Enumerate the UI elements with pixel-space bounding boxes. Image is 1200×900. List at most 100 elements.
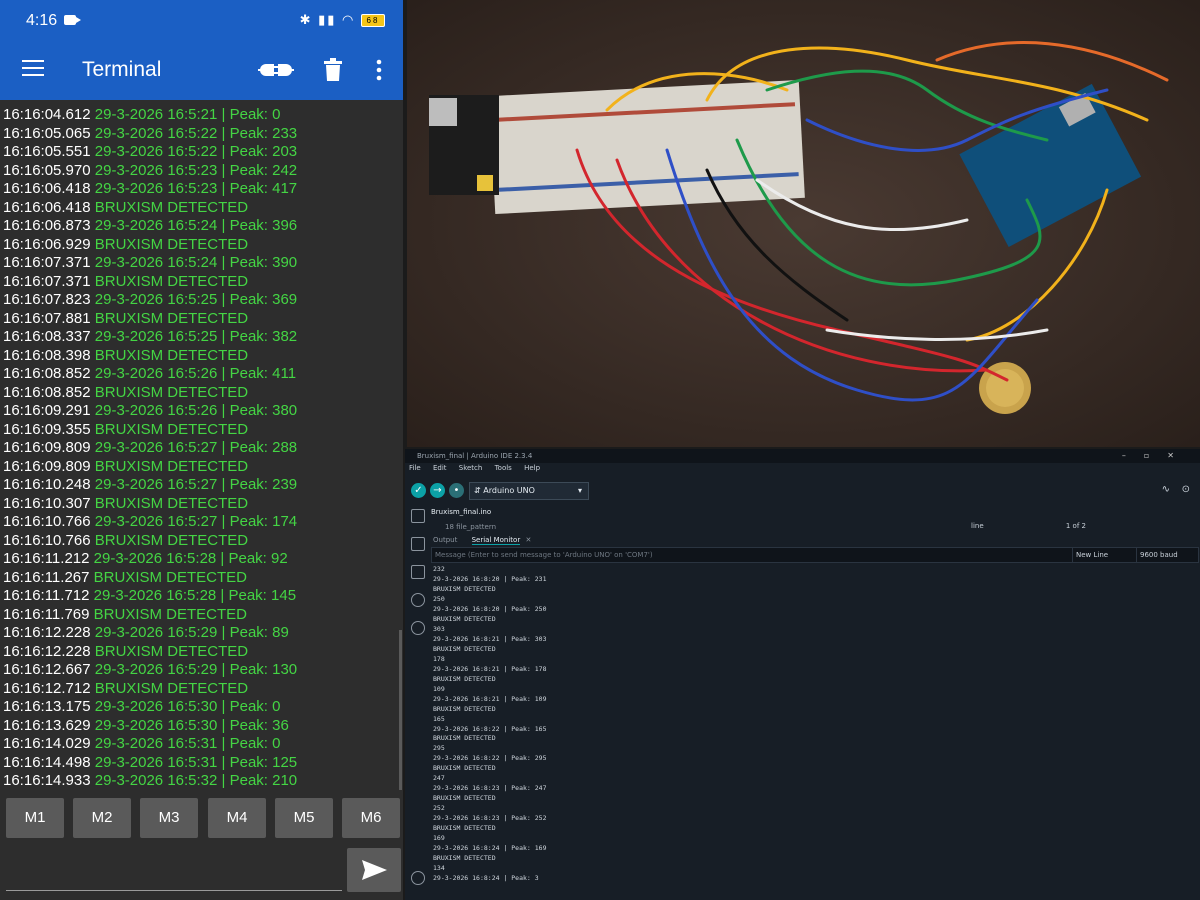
log-message: BRUXISM DETECTED <box>93 568 248 586</box>
battery-icon: 68 <box>361 14 385 28</box>
bluetooth-icon: ✱ <box>299 12 313 27</box>
menu-edit[interactable]: Edit <box>433 464 447 472</box>
serial-line: 29-3-2026 16:8:20 | Peak: 250 <box>433 604 547 613</box>
minimize-icon[interactable]: – <box>1122 451 1144 460</box>
log-message: 29-3-2026 16:5:28 | Peak: 92 <box>93 550 288 567</box>
log-timestamp: 16:16:11.267 <box>3 568 90 586</box>
serial-line: 134 <box>433 864 445 873</box>
log-timestamp: 16:16:07.371 <box>3 254 91 271</box>
status-icons: ✱ ▮▮ ◠ 68 <box>300 12 385 28</box>
find-input[interactable]: line <box>971 522 984 530</box>
serial-line: 165 <box>433 714 445 723</box>
log-message: 29-3-2026 16:5:27 | Peak: 174 <box>94 513 298 530</box>
log-message: BRUXISM DETECTED <box>93 605 248 623</box>
window-title: Bruxism_final | Arduino IDE 2.3.4 <box>417 452 533 460</box>
log-timestamp: 16:16:08.337 <box>3 328 91 345</box>
serial-line: 29-3-2026 16:8:23 | Peak: 247 <box>433 784 547 793</box>
trash-icon[interactable] <box>323 58 343 82</box>
folder-icon[interactable] <box>411 509 425 523</box>
serial-line: BRUXISM DETECTED <box>433 764 496 773</box>
signal-icon: ▮▮ <box>318 12 337 27</box>
send-input[interactable] <box>6 852 342 891</box>
log-message: BRUXISM DETECTED <box>94 346 249 364</box>
serial-line: 303 <box>433 624 445 633</box>
log-line: 16:16:12.228 29-3-2026 16:5:29 | Peak: 8… <box>3 624 395 643</box>
hamburger-icon[interactable] <box>22 60 44 78</box>
log-line: 16:16:06.418 29-3-2026 16:5:23 | Peak: 4… <box>3 180 395 199</box>
close-tab-icon[interactable]: ✕ <box>525 536 531 544</box>
macro-button-m4[interactable]: M4 <box>208 798 266 838</box>
serial-monitor-icon[interactable]: ⊙ <box>1182 484 1190 495</box>
log-message: 29-3-2026 16:5:22 | Peak: 203 <box>94 143 298 160</box>
serial-message-input[interactable]: Message (Enter to send message to 'Ardui… <box>431 547 1074 563</box>
log-line: 16:16:06.873 29-3-2026 16:5:24 | Peak: 3… <box>3 217 395 236</box>
log-line: 16:16:07.371 BRUXISM DETECTED <box>3 273 395 292</box>
macro-button-m1[interactable]: M1 <box>6 798 64 838</box>
log-line: 16:16:08.398 BRUXISM DETECTED <box>3 347 395 366</box>
serial-line: 29-3-2026 16:8:21 | Peak: 178 <box>433 664 547 673</box>
debug-sidebar-icon[interactable] <box>411 593 425 607</box>
macro-button-m3[interactable]: M3 <box>140 798 198 838</box>
send-button[interactable] <box>347 848 401 892</box>
search-icon[interactable] <box>411 621 425 635</box>
log-timestamp: 16:16:09.355 <box>3 420 91 438</box>
close-icon[interactable]: ✕ <box>1167 451 1192 460</box>
log-line: 16:16:10.307 BRUXISM DETECTED <box>3 495 395 514</box>
upload-icon[interactable]: → <box>430 483 445 498</box>
log-timestamp: 16:16:09.291 <box>3 402 91 419</box>
serial-line: 29-3-2026 16:8:24 | Peak: 169 <box>433 844 547 853</box>
baud-rate-select[interactable]: 9600 baud <box>1136 547 1199 563</box>
send-icon <box>362 860 387 880</box>
verify-icon[interactable]: ✓ <box>411 483 426 498</box>
macro-buttons: M1 M2 M3 M4 M5 M6 <box>0 798 403 840</box>
file-tab[interactable]: Bruxism_final.ino <box>431 505 1196 519</box>
serial-line: 169 <box>433 834 445 843</box>
more-vert-icon[interactable] <box>372 58 386 82</box>
boards-manager-icon[interactable] <box>411 537 425 551</box>
plug-icon[interactable] <box>258 60 294 80</box>
log-line: 16:16:05.551 29-3-2026 16:5:22 | Peak: 2… <box>3 143 395 162</box>
profile-icon[interactable] <box>411 871 425 885</box>
serial-line: BRUXISM DETECTED <box>433 614 496 623</box>
log-timestamp: 16:16:09.809 <box>3 457 91 475</box>
log-message: 29-3-2026 16:5:25 | Peak: 382 <box>94 328 298 345</box>
log-timestamp: 16:16:06.873 <box>3 217 91 234</box>
menu-help[interactable]: Help <box>524 464 540 472</box>
log-line: 16:16:05.970 29-3-2026 16:5:23 | Peak: 2… <box>3 162 395 181</box>
macro-button-m6[interactable]: M6 <box>342 798 400 838</box>
log-line: 16:16:08.852 BRUXISM DETECTED <box>3 384 395 403</box>
log-timestamp: 16:16:14.498 <box>3 753 91 771</box>
debug-icon[interactable]: • <box>449 483 464 498</box>
log-line: 16:16:13.175 29-3-2026 16:5:30 | Peak: 0 <box>3 698 395 717</box>
serial-plotter-icon[interactable]: ∿ <box>1162 484 1170 495</box>
log-scrollbar[interactable] <box>399 630 402 790</box>
log-message: 29-3-2026 16:5:31 | Peak: 125 <box>94 753 298 771</box>
line-ending-select[interactable]: New Line <box>1072 547 1137 563</box>
macro-button-m5[interactable]: M5 <box>275 798 333 838</box>
board-selector[interactable]: ⇵ Arduino UNO ▾ <box>469 482 589 500</box>
menu-tools[interactable]: Tools <box>495 464 512 472</box>
menu-file[interactable]: File <box>409 464 421 472</box>
menu-sketch[interactable]: Sketch <box>459 464 483 472</box>
serial-line: 29-3-2026 16:8:22 | Peak: 165 <box>433 724 547 733</box>
log-timestamp: 16:16:05.065 <box>3 124 91 142</box>
video-record-icon <box>64 15 81 25</box>
log-message: BRUXISM DETECTED <box>94 531 249 549</box>
log-message: 29-3-2026 16:5:30 | Peak: 36 <box>94 716 289 734</box>
tab-output[interactable]: Output <box>433 536 457 544</box>
log-timestamp: 16:16:08.852 <box>3 383 91 401</box>
library-icon[interactable] <box>411 565 425 579</box>
log-timestamp: 16:16:04.612 <box>3 106 91 123</box>
log-timestamp: 16:16:06.418 <box>3 198 91 216</box>
maximize-icon[interactable]: ▫ <box>1144 451 1167 460</box>
terminal-log: 16:16:04.612 29-3-2026 16:5:21 | Peak: 0… <box>3 106 395 796</box>
log-timestamp: 16:16:05.970 <box>3 161 91 179</box>
macro-button-m2[interactable]: M2 <box>73 798 131 838</box>
log-message: BRUXISM DETECTED <box>94 309 249 327</box>
tab-serial-monitor[interactable]: Serial Monitor <box>471 536 521 545</box>
serial-line: 232 <box>433 565 445 573</box>
serial-line: 29-3-2026 16:8:20 | Peak: 231 <box>433 574 547 583</box>
log-line: 16:16:13.629 29-3-2026 16:5:30 | Peak: 3… <box>3 717 395 736</box>
panel-tabs: Output Serial Monitor ✕ <box>431 534 1196 546</box>
log-timestamp: 16:16:11.769 <box>3 605 90 623</box>
